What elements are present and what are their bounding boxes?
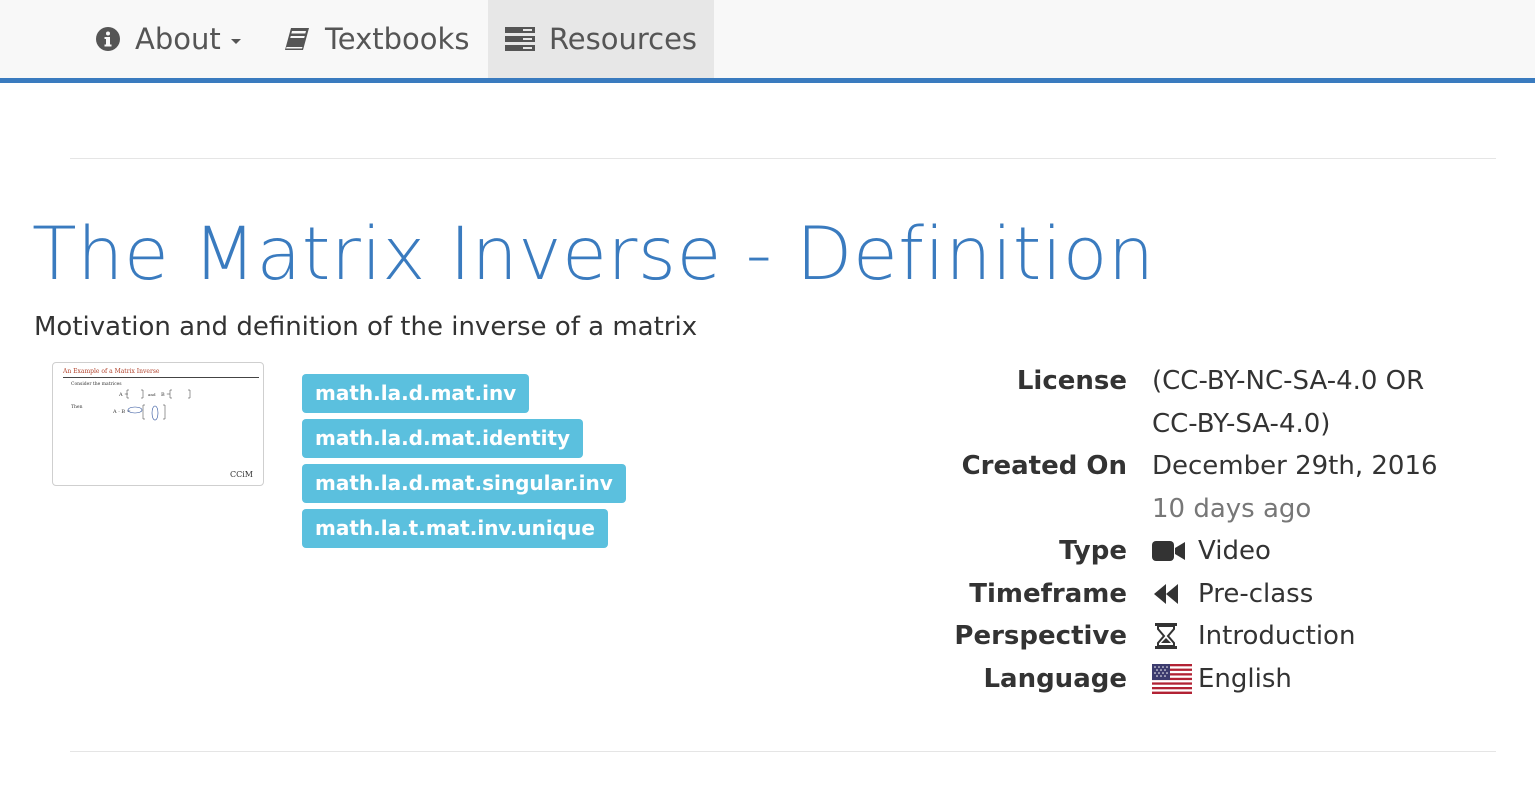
timeframe-value: Pre-class: [1152, 579, 1313, 609]
language-value: English: [1152, 664, 1292, 694]
tag-mat-singular-inv[interactable]: math.la.d.mat.singular.inv: [302, 464, 626, 503]
license-value-line2: CC-BY-SA-4.0): [1152, 409, 1331, 439]
book-icon: [283, 26, 311, 52]
navbar: About Textbooks Resources: [0, 0, 1535, 83]
tag-mat-inv[interactable]: math.la.d.mat.inv: [302, 374, 530, 413]
type-label: Type: [1059, 536, 1127, 566]
timeframe-value-text: Pre-class: [1198, 579, 1314, 609]
video-thumbnail[interactable]: An Example of a Matrix Inverse Consider …: [52, 362, 264, 486]
type-value-text: Video: [1198, 536, 1271, 566]
thumbnail-rule: [63, 377, 259, 378]
video-camera-icon: [1152, 540, 1198, 562]
nav-about-label: About: [135, 22, 221, 56]
tag-mat-inv-unique[interactable]: math.la.t.mat.inv.unique: [302, 509, 608, 548]
created-on-date: December 29th, 2016: [1152, 451, 1438, 481]
us-flag-icon: [1152, 664, 1198, 694]
nav-textbooks-label: Textbooks: [325, 22, 470, 56]
thumbnail-logo: CCiM: [230, 470, 253, 479]
created-on-label: Created On: [961, 451, 1127, 481]
tag-mat-identity[interactable]: math.la.d.mat.identity: [302, 419, 584, 458]
created-on-relative: 10 days ago: [1152, 494, 1312, 524]
type-value: Video: [1152, 536, 1271, 566]
divider-top: [70, 158, 1496, 159]
info-circle-icon: [95, 26, 121, 52]
language-label: Language: [983, 664, 1127, 694]
perspective-label: Perspective: [954, 621, 1127, 651]
nav-resources-label: Resources: [548, 22, 698, 56]
hourglass-icon: [1152, 622, 1198, 650]
license-label: License: [1016, 366, 1127, 396]
svg-text:B =: B =: [161, 392, 170, 398]
timeframe-label: Timeframe: [969, 579, 1127, 609]
thumbnail-heading: An Example of a Matrix Inverse: [63, 368, 160, 375]
svg-text:and: and: [148, 392, 156, 397]
chevron-down-icon: [230, 38, 241, 44]
thumbnail-matrix-figure: A = and B = A · B =: [113, 389, 191, 421]
page-description: Motivation and definition of the inverse…: [34, 312, 698, 342]
perspective-value-text: Introduction: [1198, 621, 1356, 651]
page-title: The Matrix Inverse - Definition: [32, 212, 1155, 297]
nav-textbooks[interactable]: Textbooks: [268, 0, 484, 78]
language-value-text: English: [1198, 664, 1292, 694]
nav-resources[interactable]: Resources: [488, 0, 714, 78]
license-value-line1: (CC-BY-NC-SA-4.0 OR: [1152, 366, 1425, 396]
perspective-value: Introduction: [1152, 621, 1355, 651]
nav-about[interactable]: About: [80, 0, 256, 78]
thumbnail-text-2: Then: [71, 405, 83, 410]
backward-icon: [1152, 582, 1198, 606]
server-list-icon: [504, 27, 535, 51]
divider-bottom: [70, 751, 1496, 752]
